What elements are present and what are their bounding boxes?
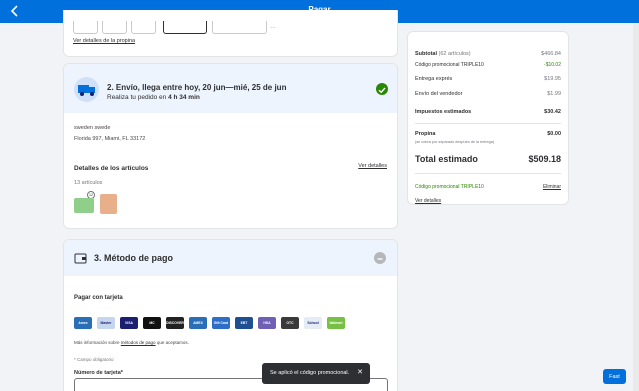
- express-value: $19.95: [544, 76, 561, 82]
- promo-applied-label: Código promocional TRIPLE10: [415, 184, 484, 190]
- close-icon[interactable]: ✕: [357, 368, 363, 376]
- card-logo-icon: OTC: [281, 317, 299, 329]
- total-value: $509.18: [528, 154, 561, 164]
- promo-row: Código promocional TRIPLE10 -$10.02: [415, 62, 561, 68]
- card-logo-icon: Master: [97, 317, 115, 329]
- truck-icon: [78, 85, 95, 96]
- product-image: [74, 198, 94, 213]
- card-logo-icon: Gift Card: [212, 317, 230, 329]
- delivery-address: Florida 997, Miami, FL 33172: [74, 136, 146, 142]
- card-logo-icon: VISA: [120, 317, 138, 329]
- scrollbar[interactable]: [633, 23, 639, 391]
- payment-title: 3. Método de pago: [94, 253, 174, 263]
- product-thumbnail[interactable]: 12: [74, 191, 95, 213]
- seller-label: Envío del vendedor: [415, 91, 463, 97]
- payment-info-prefix: Más información sobre: [74, 340, 121, 345]
- delivery-subtitle-prefix: Realiza tu pedido en: [107, 94, 169, 101]
- tip-details-link[interactable]: Ver detalles de la propina: [73, 38, 135, 44]
- tip-note: (se cobra por separado después de la ent…: [415, 140, 561, 144]
- pay-with-card-label: Pagar con tarjeta: [74, 295, 123, 301]
- promo-applied-row: Código promocional TRIPLE10 Eliminar: [415, 184, 561, 190]
- accepted-cards-row: Amex Master VISA MC DISCOVER AMEX Gift Card EBT…: [74, 317, 345, 329]
- total-row: Total estimado $509.18: [415, 154, 561, 164]
- seller-row: Envío del vendedor $1.99: [415, 91, 561, 97]
- subtotal-label: Subtotal: [415, 51, 437, 57]
- taxes-value: $30.42: [544, 109, 561, 115]
- item-options-card: ... Ver detalles de la propina: [63, 10, 398, 57]
- tip-row: Propina $0.00: [415, 131, 561, 137]
- card-logo-icon: School: [304, 317, 322, 329]
- check-circle-icon: [376, 83, 388, 95]
- subtotal-count: (62 artículos): [438, 51, 471, 57]
- card-logo-icon: Amex: [74, 317, 92, 329]
- tip-custom-chip[interactable]: [212, 21, 267, 34]
- payment-info: Más información sobre métodos de pago qu…: [74, 340, 189, 345]
- chip-suffix: ...: [271, 24, 276, 30]
- delivery-title: 2. Envío, llega entre hoy, 20 jun—mié, 2…: [107, 83, 287, 92]
- product-thumbnail[interactable]: [100, 194, 117, 214]
- remove-promo-link[interactable]: Eliminar: [543, 184, 561, 190]
- order-summary: Subtotal (62 artículos) $466.84 Código p…: [407, 31, 569, 205]
- promo-value: -$10.02: [544, 62, 561, 68]
- express-row: Entrega exprés $19.95: [415, 76, 561, 82]
- payment-header: 3. Método de pago: [64, 240, 397, 276]
- express-label: Entrega exprés: [415, 76, 453, 82]
- payment-info-suffix: que aceptamos.: [155, 340, 189, 345]
- summary-details-link[interactable]: Ver detalles: [415, 198, 441, 204]
- recipient-name: sweden swede: [74, 125, 111, 131]
- divider: [415, 123, 561, 124]
- card-logo-icon: Walmart: [327, 317, 345, 329]
- taxes-row: Impuestos estimados $30.42: [415, 109, 561, 115]
- card-logo-icon: MC: [143, 317, 161, 329]
- toast-message: Se aplicó el código promocional.: [270, 370, 350, 376]
- delivery-subtitle: Realiza tu pedido en 4 h 34 min: [107, 94, 200, 101]
- tip-option-chip[interactable]: [102, 21, 127, 34]
- delivery-countdown: 4 h 34 min: [168, 94, 200, 101]
- item-count: 13 artículos: [74, 180, 103, 186]
- item-details-title: Detalles de los artículos: [74, 165, 149, 172]
- tip-value: $0.00: [547, 131, 561, 137]
- card-logo-icon: HSA: [258, 317, 276, 329]
- promo-label: Código promocional TRIPLE10: [415, 62, 484, 68]
- divider: [415, 173, 561, 174]
- subtotal-row: Subtotal (62 artículos) $466.84: [415, 51, 561, 57]
- seller-value: $1.99: [547, 91, 561, 97]
- tip-label: Propina: [415, 131, 436, 137]
- toast-notification: Se aplicó el código promocional. ✕: [262, 363, 370, 384]
- card-logo-icon: DISCOVER: [166, 317, 184, 329]
- truck-icon-circle: [74, 77, 99, 102]
- feedback-button[interactable]: Fast: [603, 369, 626, 384]
- payment-methods-link[interactable]: métodos de pago: [121, 340, 156, 345]
- subtotal-value: $466.84: [541, 51, 561, 57]
- tip-option-chip[interactable]: [131, 21, 156, 34]
- taxes-label: Impuestos estimados: [415, 109, 472, 115]
- summary-details-row: Ver detalles: [415, 198, 561, 204]
- delivery-card: 2. Envío, llega entre hoy, 20 jun—mié, 2…: [63, 63, 398, 229]
- wallet-icon: [74, 253, 87, 264]
- collapse-icon[interactable]: [374, 252, 386, 264]
- required-note: * Campo obligatorio: [74, 357, 114, 362]
- tip-option-chip-selected[interactable]: [163, 21, 207, 34]
- total-label: Total estimado: [415, 154, 478, 164]
- delivery-header: 2. Envío, llega entre hoy, 20 jun—mié, 2…: [64, 64, 397, 113]
- card-number-label: Número de tarjeta*: [74, 370, 123, 376]
- tip-option-chip[interactable]: [73, 21, 98, 34]
- tip-note-text: (se cobra por separado después de la ent…: [415, 140, 495, 144]
- card-logo-icon: AMEX: [189, 317, 207, 329]
- card-logo-icon: EBT: [235, 317, 253, 329]
- item-details-link[interactable]: Ver detalles: [358, 163, 387, 169]
